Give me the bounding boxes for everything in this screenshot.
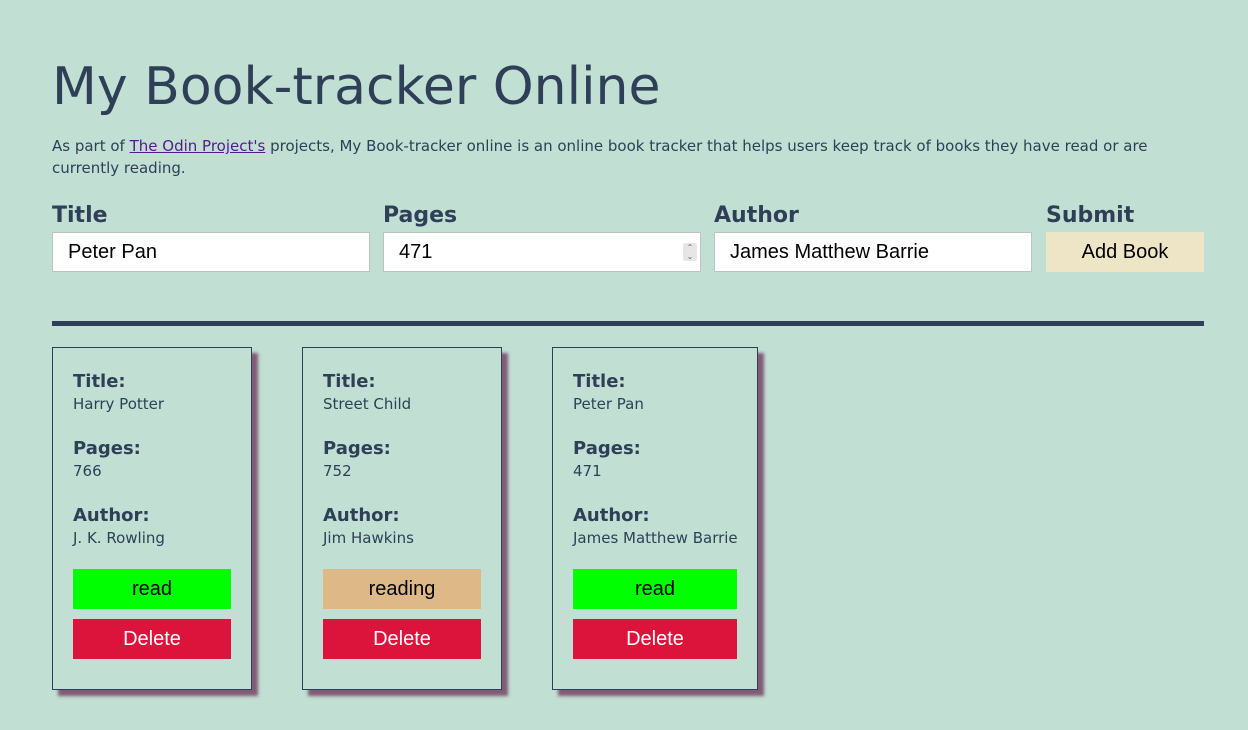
- book-card: Title: Harry Potter Pages: 766 Author: J…: [52, 347, 252, 690]
- add-book-button[interactable]: Add Book: [1046, 232, 1204, 272]
- author-label: Author: [714, 203, 799, 228]
- author-input[interactable]: James Matthew Barrie: [714, 232, 1032, 272]
- pages-input[interactable]: 471 ⌃ ⌄: [383, 232, 701, 272]
- card-pages-label: Pages:: [573, 438, 641, 459]
- card-title-value: Peter Pan: [573, 395, 644, 413]
- book-card: Title: Street Child Pages: 752 Author: J…: [302, 347, 502, 690]
- card-pages-value: 752: [323, 462, 352, 480]
- card-author-label: Author:: [323, 505, 400, 526]
- delete-button[interactable]: Delete: [573, 619, 737, 659]
- title-label: Title: [52, 203, 108, 228]
- divider: [52, 321, 1204, 326]
- status-toggle-button[interactable]: read: [73, 569, 231, 609]
- pages-input-value: 471: [399, 241, 433, 263]
- submit-field-group: Submit Add Book: [1046, 200, 1204, 272]
- card-author-value: J. K. Rowling: [73, 529, 165, 547]
- number-spinner-icon[interactable]: ⌃ ⌄: [683, 243, 697, 261]
- status-toggle-button[interactable]: read: [573, 569, 737, 609]
- card-pages-value: 766: [73, 462, 102, 480]
- submit-label: Submit: [1046, 203, 1135, 228]
- intro-text: As part of The Odin Project's projects, …: [52, 135, 1162, 179]
- page-title: My Book-tracker Online: [52, 57, 661, 117]
- add-book-form: Title Peter Pan Pages 471 ⌃ ⌄ Author Jame…: [52, 200, 1204, 274]
- card-author-label: Author:: [73, 505, 150, 526]
- odin-project-link[interactable]: The Odin Project's: [130, 137, 266, 155]
- delete-button[interactable]: Delete: [73, 619, 231, 659]
- card-author-value: James Matthew Barrie: [573, 529, 738, 547]
- card-pages-label: Pages:: [73, 438, 141, 459]
- card-author-value: Jim Hawkins: [323, 529, 414, 547]
- pages-field-group: Pages 471 ⌃ ⌄: [383, 200, 701, 272]
- author-field-group: Author James Matthew Barrie: [714, 200, 1032, 272]
- card-author-label: Author:: [573, 505, 650, 526]
- card-title-value: Harry Potter: [73, 395, 165, 413]
- card-title-label: Title:: [573, 371, 626, 392]
- book-card: Title: Peter Pan Pages: 471 Author: Jame…: [552, 347, 758, 690]
- pages-label: Pages: [383, 203, 458, 228]
- card-title-label: Title:: [73, 371, 126, 392]
- status-toggle-button[interactable]: reading: [323, 569, 481, 609]
- card-pages-value: 471: [573, 462, 602, 480]
- title-field-group: Title Peter Pan: [52, 200, 370, 272]
- title-input[interactable]: Peter Pan: [52, 232, 370, 272]
- card-title-value: Street Child: [323, 395, 412, 413]
- card-pages-label: Pages:: [323, 438, 391, 459]
- delete-button[interactable]: Delete: [323, 619, 481, 659]
- card-title-label: Title:: [323, 371, 376, 392]
- intro-prefix: As part of: [52, 137, 130, 155]
